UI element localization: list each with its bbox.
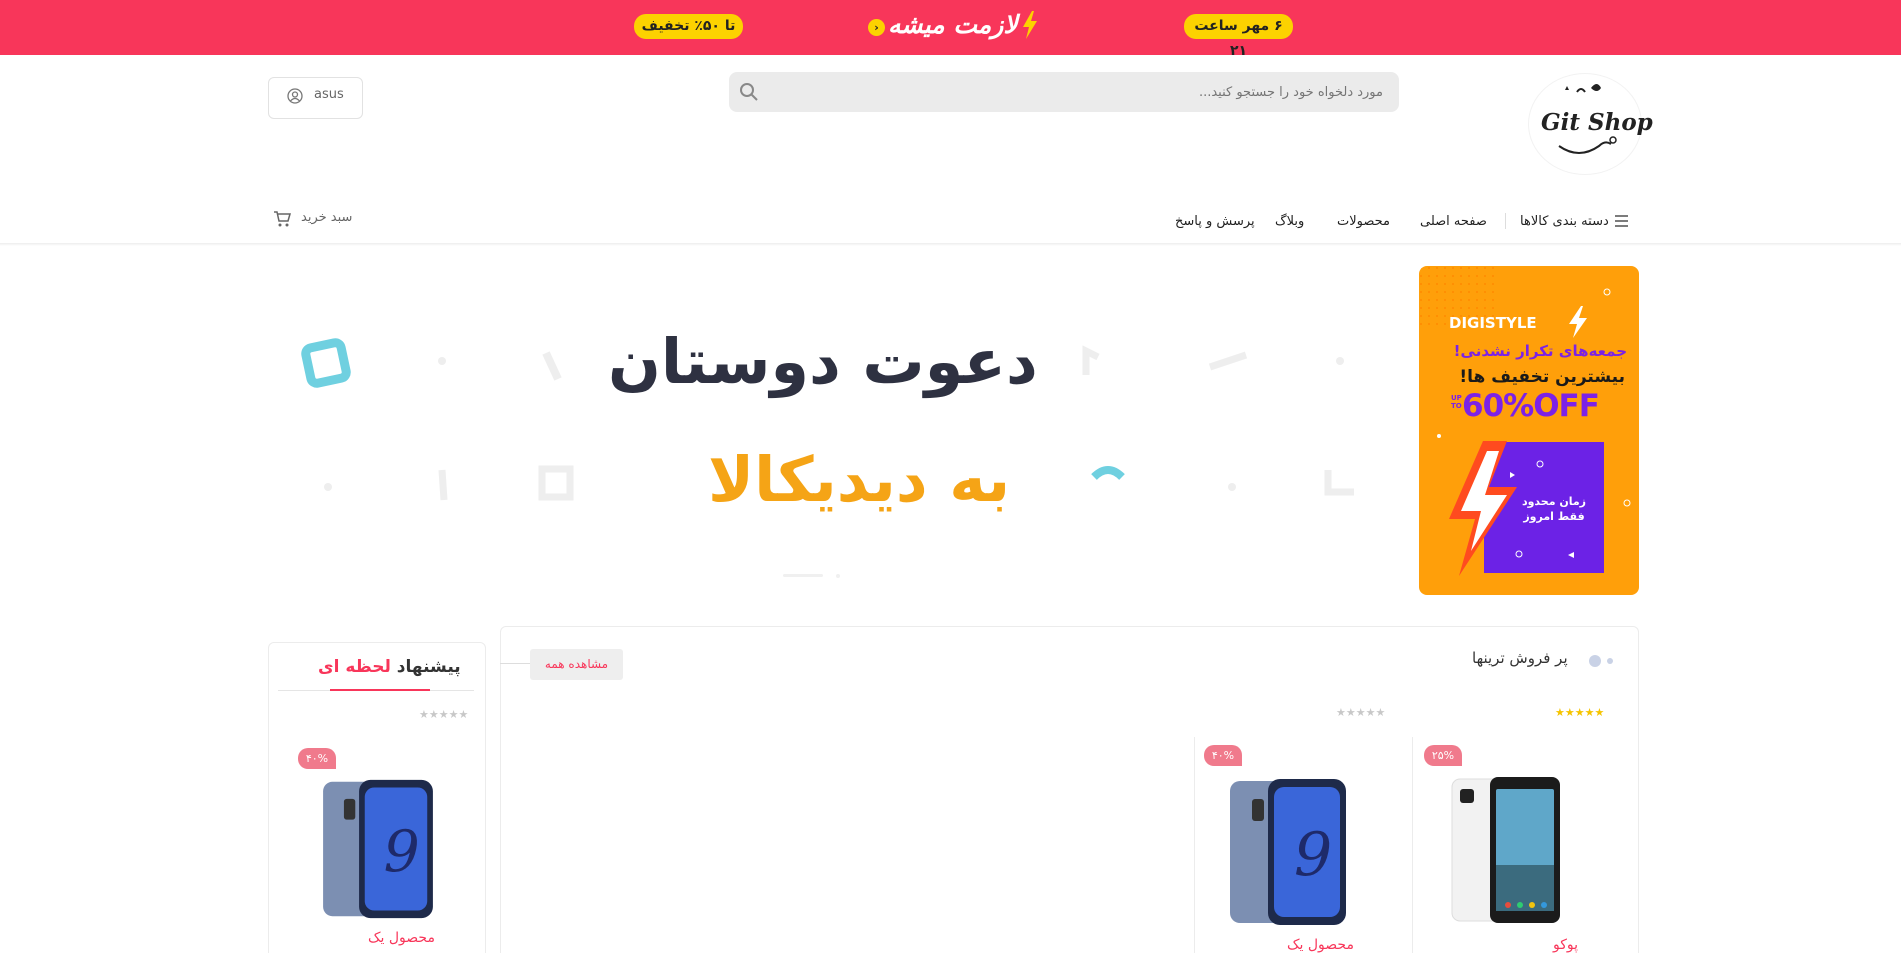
deal-product-rating: ★★★★★: [419, 708, 469, 721]
svg-text:9: 9: [1294, 820, 1332, 890]
product-image[interactable]: 9: [1228, 777, 1348, 927]
svg-text:9: 9: [384, 819, 420, 885]
deal-divider-accent: [330, 689, 430, 691]
lightning-icon: [1023, 11, 1037, 39]
promo-headline-text: لازمت میشه: [888, 10, 1018, 39]
nav-divider: [1505, 213, 1506, 229]
deal-discount-badge: ۴۰%: [298, 748, 336, 769]
promo-date-pill: ۶ مهر ساعت ۲۱: [1184, 14, 1293, 59]
deal-title-accent: لحظه ای: [318, 657, 391, 677]
banner-subheadline: بیشترین تخفیف ها!: [1459, 367, 1625, 387]
deal-title-main: پیشنهاد: [396, 657, 461, 677]
cart-button[interactable]: سبد خرید: [273, 208, 363, 232]
deal-product-name[interactable]: محصول یک: [368, 930, 435, 946]
discount-badge: ۴۰%: [1204, 745, 1242, 766]
product-name[interactable]: محصول یک: [1287, 937, 1354, 953]
deal-product-image[interactable]: 9: [320, 778, 436, 920]
nav-home[interactable]: صفحه اصلی: [1420, 214, 1487, 229]
big-lightning-icon: [1449, 441, 1517, 576]
hero-decoration: [301, 338, 1354, 501]
user-icon: [287, 88, 303, 104]
side-promo-banner[interactable]: DIGISTYLE جمعه‌های تکرار نشدنی! بیشترین …: [1419, 266, 1639, 595]
promo-bar[interactable]: ۶ مهر ساعت ۲۱ › لازمت میشه تا ۵۰٪ تخفیف: [0, 0, 1901, 59]
cart-icon: [274, 211, 291, 227]
nav-blog[interactable]: وبلاگ: [1275, 214, 1304, 229]
banner-discount: 60%OFF: [1462, 388, 1600, 424]
nav-shadow: [0, 243, 1901, 246]
card-divider: [1412, 737, 1413, 953]
nav-categories[interactable]: دسته بندی کالاها: [1520, 214, 1609, 229]
search-icon[interactable]: [739, 82, 759, 102]
banner-upto: UP TO: [1451, 394, 1462, 410]
product-rating: ★★★★★: [1555, 706, 1605, 719]
hero-subtitle: به دیدیکالا: [708, 443, 1011, 516]
discount-badge: ۲۵%: [1424, 745, 1462, 766]
site-logo[interactable]: Git Shop: [1529, 74, 1653, 174]
user-name: asus: [314, 87, 344, 102]
product-rating: ★★★★★: [1336, 706, 1386, 719]
carousel-dots[interactable]: [1586, 654, 1614, 668]
nav-products[interactable]: محصولات: [1337, 214, 1390, 229]
hero-slider[interactable]: دعوت دوستان به دیدیکالا: [268, 265, 1368, 595]
lightning-icon: [1569, 306, 1587, 338]
slider-pagination[interactable]: [783, 573, 853, 579]
hero-title: دعوت دوستان: [608, 325, 1038, 398]
search-input[interactable]: [769, 72, 1389, 112]
cart-label: سبد خرید: [301, 210, 353, 225]
see-all-button[interactable]: مشاهده همه: [530, 649, 623, 680]
banner-headline: جمعه‌های تکرار نشدنی!: [1453, 342, 1627, 360]
product-image[interactable]: [1450, 775, 1565, 925]
menu-icon[interactable]: [1615, 215, 1628, 227]
logo-text: Git Shop: [1541, 109, 1653, 136]
card-divider: [1194, 737, 1195, 953]
banner-box-text: زمان محدود فقط امروز: [1521, 495, 1587, 523]
nav-faq[interactable]: پرسش و پاسخ: [1175, 214, 1255, 229]
search-bar[interactable]: [729, 72, 1399, 112]
deal-title: پیشنهاد لحظه ای: [318, 657, 461, 677]
promo-headline[interactable]: › لازمت میشه: [866, 8, 1041, 46]
best-sellers-title: پر فروش ترینها: [1472, 649, 1568, 667]
product-name[interactable]: پوکو: [1553, 937, 1578, 953]
chevron-right-icon: ›: [868, 19, 885, 36]
banner-brand: DIGISTYLE: [1449, 314, 1537, 332]
user-account-button[interactable]: asus: [268, 77, 363, 119]
promo-discount-pill: تا ۵۰٪ تخفیف: [634, 14, 743, 39]
